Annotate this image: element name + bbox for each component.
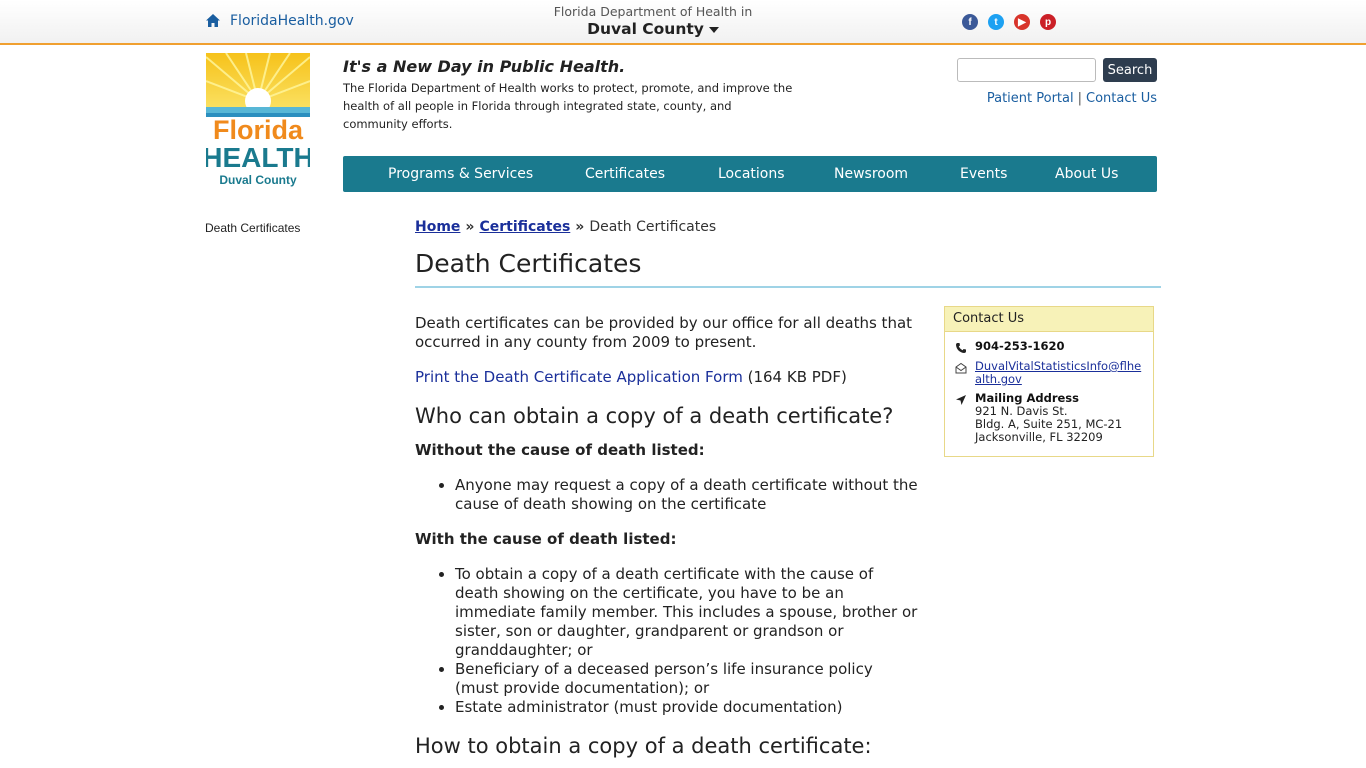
county-selector[interactable]: Florida Department of Health in Duval Co… [548,4,758,38]
mailing-address-label: Mailing Address [975,391,1079,405]
county-prefix: Florida Department of Health in [553,4,753,19]
form-size: (164 KB PDF) [742,368,847,386]
county-name-row: Duval County [548,20,758,38]
heading-with-cause: With the cause of death listed: [415,530,677,548]
without-list: Anyone may request a copy of a death cer… [455,476,920,514]
sidenav-death-certificates[interactable]: Death Certificates [205,221,300,235]
contact-email[interactable]: DuvalVitalStatisticsInfo@flhealth.gov [975,360,1143,386]
breadcrumb: Home» Certificates» Death Certificates [415,219,716,235]
list-item: To obtain a copy of a death certificate … [455,565,920,660]
breadcrumb-home[interactable]: Home [415,219,460,235]
contact-email-row: DuvalVitalStatisticsInfo@flhealth.gov [955,360,1143,386]
list-item: Estate administrator (must provide docum… [455,698,920,717]
floridahealth-home-link[interactable]: FloridaHealth.gov [205,13,354,29]
breadcrumb-current: Death Certificates [589,219,717,235]
social-links: f t ▶ p [962,14,1056,30]
search-input[interactable] [957,58,1096,82]
tagline: It's a New Day in Public Health. [343,57,626,76]
address-line: 921 N. Davis St. [975,404,1068,418]
utility-links: Patient Portal | Contact Us [987,91,1157,106]
home-icon [206,14,220,27]
contact-phone-row: 904-253-1620 [955,340,1065,354]
with-list: To obtain a copy of a death certificate … [455,565,920,717]
contact-box: Contact Us 904-253-1620 DuvalVitalStatis… [944,306,1154,457]
main-navigation: Programs & Services Certificates Locatio… [343,156,1157,192]
twitter-icon[interactable]: t [988,14,1004,30]
mission-statement: The Florida Department of Health works t… [343,81,793,131]
nav-programs-services[interactable]: Programs & Services [388,156,533,192]
address-line: Jacksonville, FL 32209 [975,430,1103,444]
envelope-icon [955,362,967,374]
logo-county-text: Duval County [219,173,297,187]
contact-box-title: Contact Us [945,307,1153,332]
contact-phone[interactable]: 904-253-1620 [975,340,1065,354]
nav-certificates[interactable]: Certificates [585,156,665,192]
facebook-icon[interactable]: f [962,14,978,30]
nav-events[interactable]: Events [960,156,1007,192]
intro-paragraph: Death certificates can be provided by ou… [415,314,913,351]
main-content: Death certificates can be provided by ou… [415,314,920,768]
home-link-label: FloridaHealth.gov [230,13,354,29]
nav-about-us[interactable]: About Us [1055,156,1118,192]
youtube-icon[interactable]: ▶ [1014,14,1030,30]
contact-us-link[interactable]: Contact Us [1086,91,1157,106]
page-title: Death Certificates [415,249,1161,288]
county-name: Duval County [587,20,704,38]
heading-without-cause: Without the cause of death listed: [415,441,705,459]
utility-separator: | [1077,91,1082,106]
top-bar: FloridaHealth.gov Florida Department of … [0,0,1366,45]
contact-address-row: Mailing Address 921 N. Davis St. Bldg. A… [955,392,1122,444]
logo-florida-text: Florida [213,115,304,145]
location-arrow-icon [956,395,966,405]
form-paragraph: Print the Death Certificate Application … [415,368,920,387]
heading-who: Who can obtain a copy of a death certifi… [415,404,894,428]
search-button[interactable]: Search [1103,58,1157,82]
caret-down-icon [708,26,719,33]
address-line: Bldg. A, Suite 251, MC-21 [975,417,1123,431]
breadcrumb-separator: » [575,219,585,235]
pinterest-icon[interactable]: p [1040,14,1056,30]
phone-icon [956,343,966,353]
breadcrumb-separator: » [465,219,475,235]
florida-health-logo[interactable]: Florida HEALTH Duval County [206,53,310,189]
application-form-link[interactable]: Print the Death Certificate Application … [415,368,743,386]
list-item: Anyone may request a copy of a death cer… [455,476,920,514]
nav-newsroom[interactable]: Newsroom [834,156,908,192]
nav-locations[interactable]: Locations [718,156,785,192]
mailing-address: Mailing Address 921 N. Davis St. Bldg. A… [975,392,1122,444]
heading-how: How to obtain a copy of a death certific… [415,734,872,758]
logo-health-text: HEALTH [206,142,310,173]
patient-portal-link[interactable]: Patient Portal [987,91,1074,106]
breadcrumb-certificates[interactable]: Certificates [479,219,570,235]
list-item: Beneficiary of a deceased person’s life … [455,660,920,698]
